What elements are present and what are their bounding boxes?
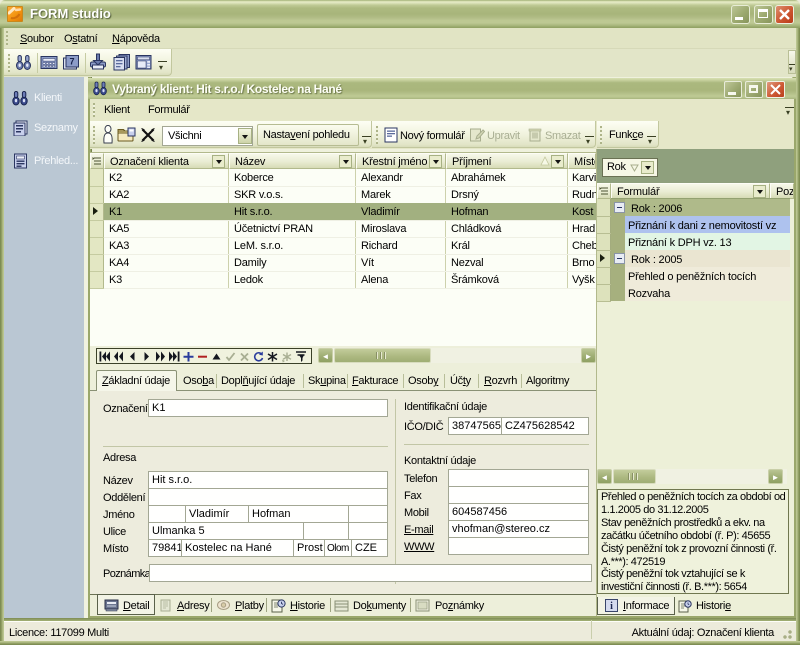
svg-text:7: 7: [70, 57, 75, 67]
